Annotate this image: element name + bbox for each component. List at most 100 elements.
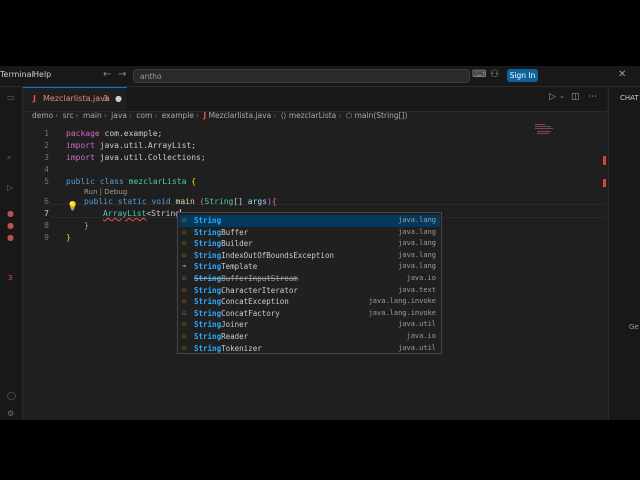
class-icon: ⚇ [182,320,187,329]
command-center-text: antho [140,72,162,81]
breadcrumb-item[interactable]: Mezclarlista.java [209,111,272,120]
error-dot-icon: ● [7,233,14,242]
search-icon[interactable]: ⌕ [7,153,11,163]
suggestion-package: java.lang.invoke [368,297,436,306]
breadcrumb-item[interactable]: mezclarLista [289,111,336,120]
suggestion-label: StringBuffer [194,227,249,237]
code-line-2: import java.util.ArrayList; [66,141,197,150]
minimap[interactable] [535,124,565,138]
close-icon[interactable]: ✕ [618,69,626,80]
line-number: 3 [44,153,49,162]
suggestion-label: StringJoiner [194,320,249,330]
class-icon: ⚇ [182,216,187,224]
codelens-run-debug[interactable]: Run | Debug [84,188,127,196]
suggestion-package: java.io [406,332,436,340]
suggestion-package: java.lang [398,239,436,248]
suggestion-item[interactable]: ⚇ String java.lang [179,215,440,227]
class-icon: ⚇ [182,285,187,294]
arrow-left-icon[interactable]: ← [103,69,111,80]
suggestion-package: java.lang [398,227,436,236]
run-dropdown-icon[interactable]: ⌄ [559,92,565,100]
tab-mezclarlista[interactable]: J Mezclarlista.java 3 ● [23,87,127,111]
suggestion-label: StringTemplate [194,262,258,272]
suggestion-item[interactable]: ⚇ StringCharacterIterator java.text [179,285,440,297]
line-number: 4 [44,165,49,174]
class-icon: ⚇ [182,274,187,282]
command-center-search[interactable]: antho [133,69,470,83]
chat-title[interactable]: CHAT [620,94,639,102]
more-actions-icon[interactable]: ⋯ [588,92,597,102]
unsaved-dot-icon[interactable]: ● [115,94,122,103]
class-symbol-icon: ⟨⟩ [280,111,287,120]
suggestion-package: java.util [398,320,436,329]
class-icon: ⚇ [182,297,187,306]
menu-terminal[interactable]: Terminal [0,70,34,79]
suggestion-label: String [194,216,222,225]
run-icon[interactable]: ▷ [7,183,13,192]
suggestion-item[interactable]: ⚇ StringConcatException java.lang.invoke [179,296,440,308]
breadcrumb-item[interactable]: main [83,111,102,120]
feedback-icon[interactable]: ⌨ [472,69,486,80]
suggestion-item[interactable]: ⚇ StringBufferInputStream java.io [179,273,440,285]
suggestion-label: StringBufferInputStream [194,274,298,283]
line-number: 7 [44,209,49,218]
run-file-icon[interactable]: ▷ [549,92,556,102]
sign-in-button[interactable]: Sign In [507,69,538,82]
code-line-5: public class mezclarLista { [66,177,197,186]
copilot-icon[interactable]: ⚇ [490,69,499,80]
account-icon[interactable]: ◯ [7,391,16,400]
line-number: 1 [44,129,49,138]
line-number: 2 [44,141,49,150]
suggestion-package: java.lang [398,216,436,224]
suggestion-label: StringIndexOutOfBoundsException [194,250,334,260]
error-dot-icon: ● [7,221,14,230]
class-icon: ⚇ [182,332,187,340]
line-number: 8 [44,221,49,230]
suggestion-label: StringCharacterIterator [194,285,298,295]
class-icon: ⚇ [182,250,187,259]
menu-help[interactable]: Help [33,70,51,79]
suggestion-item[interactable]: ⚇ StringIndexOutOfBoundsException java.lan… [179,250,440,262]
split-editor-icon[interactable]: ◫ [571,92,580,102]
suggestion-item[interactable]: ⚇ StringBuilder java.lang [179,238,440,250]
breadcrumb-item[interactable]: com [136,111,152,120]
settings-gear-icon[interactable]: ⚙ [7,409,14,418]
breadcrumb-item[interactable]: main(String[]) [355,111,408,120]
suggestion-label: StringConcatException [194,297,289,307]
line-number: 5 [44,177,49,186]
suggestion-item[interactable]: ⚇ StringBuffer java.lang [179,227,440,239]
chat-panel: CHAT Ge [608,87,640,420]
suggestion-package: java.text [398,285,436,294]
explorer-icon[interactable]: ▭ [7,93,15,102]
lightbulb-icon[interactable]: 💡 [67,202,78,212]
breadcrumb-item[interactable]: src [63,111,74,120]
editor-tab-bar: J Mezclarlista.java 3 ● ▷ ⌄ ◫ ⋯ [23,87,607,112]
suggestion-label: StringConcatFactory [194,308,280,318]
suggestion-package: java.io [406,274,436,282]
arrow-right-icon[interactable]: → [118,69,126,80]
breadcrumb-item[interactable]: demo [32,111,53,120]
suggestion-label: StringReader [194,332,249,341]
chat-footer-text: Ge [629,323,639,331]
code-line-9: } [66,233,71,242]
suggest-widget: ⚇ String java.lang ⚇ StringBuffer java.lang ⚇ S… [177,212,442,354]
suggestion-item[interactable]: ⚇ StringTokenizer java.util [179,343,440,355]
suggestion-item[interactable]: ⊸ StringTemplate java.lang [179,261,440,273]
suggestion-package: java.util [398,343,436,352]
suggestion-item[interactable]: ⚇ StringConcatFactory java.lang.invoke [179,308,440,320]
problems-badge[interactable]: 3 [8,274,12,282]
tab-filename: Mezclarlista.java [43,94,110,103]
suggestion-package: java.lang [398,262,436,271]
breadcrumb-item[interactable]: example [162,111,194,120]
interface-icon: ⊸ [182,262,187,271]
java-file-icon: J [33,94,36,103]
suggestion-item[interactable]: ⚇ StringReader java.io [179,331,440,343]
suggestion-item[interactable]: ⚇ StringJoiner java.util [179,319,440,331]
error-dot-icon: ● [7,209,14,218]
code-line-3: import java.util.Collections; [66,153,206,162]
code-line-7: ArrayList<String [103,209,182,218]
scrollbar-error-marker [603,179,606,187]
breadcrumb-item[interactable]: java [111,111,127,120]
tab-problem-count: 3 [103,94,109,103]
breadcrumb: demo › src › main › java › com › example › J M… [32,111,408,120]
